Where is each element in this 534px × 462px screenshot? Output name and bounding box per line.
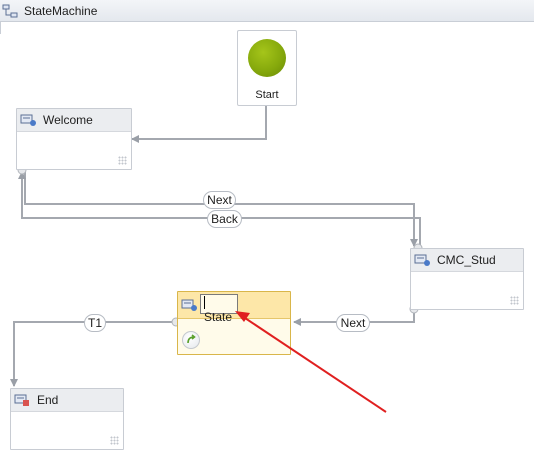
annotation-arrow bbox=[235, 311, 387, 413]
